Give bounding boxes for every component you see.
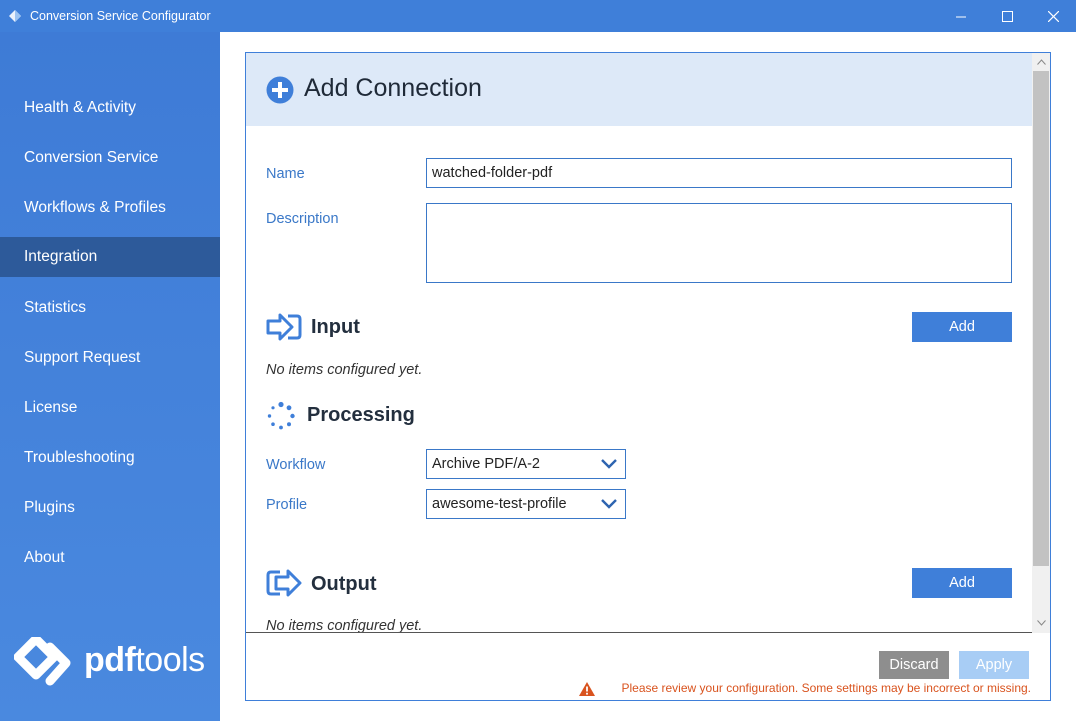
scroll-content: Add Connection Name watched-folder-pdf D… — [246, 53, 1032, 633]
workflow-value: Archive PDF/A-2 — [432, 456, 540, 472]
close-button[interactable] — [1030, 0, 1076, 32]
warning-icon — [579, 682, 595, 696]
minimize-icon — [955, 16, 966, 17]
page-title: Add Connection — [304, 74, 482, 102]
app-icon — [9, 10, 21, 22]
plus-circle-icon — [266, 76, 294, 104]
name-field[interactable]: watched-folder-pdf — [426, 158, 1012, 188]
page-header: Add Connection — [246, 53, 1032, 126]
profile-value: awesome-test-profile — [432, 496, 567, 512]
logo-text: pdftools — [84, 641, 205, 679]
apply-button[interactable]: Apply — [959, 651, 1029, 679]
scroll-up-button[interactable] — [1032, 54, 1050, 70]
sidebar-item-troubleshooting[interactable]: Troubleshooting — [0, 438, 220, 478]
description-field[interactable] — [426, 203, 1012, 283]
discard-button[interactable]: Discard — [879, 651, 949, 679]
profile-select[interactable]: awesome-test-profile — [426, 489, 626, 519]
sidebar-item-support-request[interactable]: Support Request — [0, 338, 220, 378]
output-arrow-icon — [266, 569, 302, 597]
footer-divider — [246, 632, 1032, 633]
output-add-button[interactable]: Add — [912, 568, 1012, 598]
sidebar-item-about[interactable]: About — [0, 538, 220, 578]
scroll-up-icon — [1036, 59, 1046, 65]
name-label: Name — [266, 166, 305, 182]
processing-spinner-icon — [267, 401, 295, 430]
output-empty-note: No items configured yet. — [266, 618, 423, 633]
input-section-title: Input — [311, 316, 360, 338]
close-icon — [1047, 10, 1059, 22]
minimize-button[interactable] — [938, 0, 984, 32]
title-bar: Conversion Service Configurator — [0, 0, 1076, 32]
content-panel: Add Connection Name watched-folder-pdf D… — [245, 52, 1051, 701]
sidebar-item-plugins[interactable]: Plugins — [0, 488, 220, 528]
workflow-label: Workflow — [266, 457, 326, 473]
maximize-icon — [1001, 10, 1013, 22]
input-arrow-icon — [266, 313, 302, 341]
sidebar-item-conversion-service[interactable]: Conversion Service — [0, 138, 220, 178]
vertical-scrollbar[interactable] — [1032, 53, 1050, 633]
chevron-down-icon — [601, 499, 617, 509]
sidebar-item-integration[interactable]: Integration — [0, 237, 220, 277]
profile-label: Profile — [266, 497, 308, 513]
warning-text: Please review your configuration. Some s… — [621, 681, 1031, 695]
workflow-select[interactable]: Archive PDF/A-2 — [426, 449, 626, 479]
scroll-down-button[interactable] — [1032, 615, 1050, 631]
sidebar-item-health-activity[interactable]: Health & Activity — [0, 88, 220, 128]
pdftools-logo-icon — [14, 637, 71, 686]
sidebar-item-workflows-profiles[interactable]: Workflows & Profiles — [0, 188, 220, 228]
description-label: Description — [266, 211, 339, 227]
window-title: Conversion Service Configurator — [30, 9, 211, 23]
chevron-down-icon — [601, 459, 617, 469]
sidebar-item-license[interactable]: License — [0, 388, 220, 428]
input-empty-note: No items configured yet. — [266, 362, 423, 378]
scroll-thumb[interactable] — [1033, 71, 1049, 566]
maximize-button[interactable] — [984, 0, 1030, 32]
pdftools-logo: pdftools — [14, 635, 214, 691]
processing-section-title: Processing — [307, 404, 415, 426]
warning-message: Please review your configuration. Some s… — [576, 681, 1031, 697]
output-section-title: Output — [311, 573, 377, 595]
input-add-button[interactable]: Add — [912, 312, 1012, 342]
scroll-down-icon — [1036, 620, 1046, 626]
sidebar-item-statistics[interactable]: Statistics — [0, 288, 220, 328]
sidebar: Health & Activity Conversion Service Wor… — [0, 32, 220, 721]
